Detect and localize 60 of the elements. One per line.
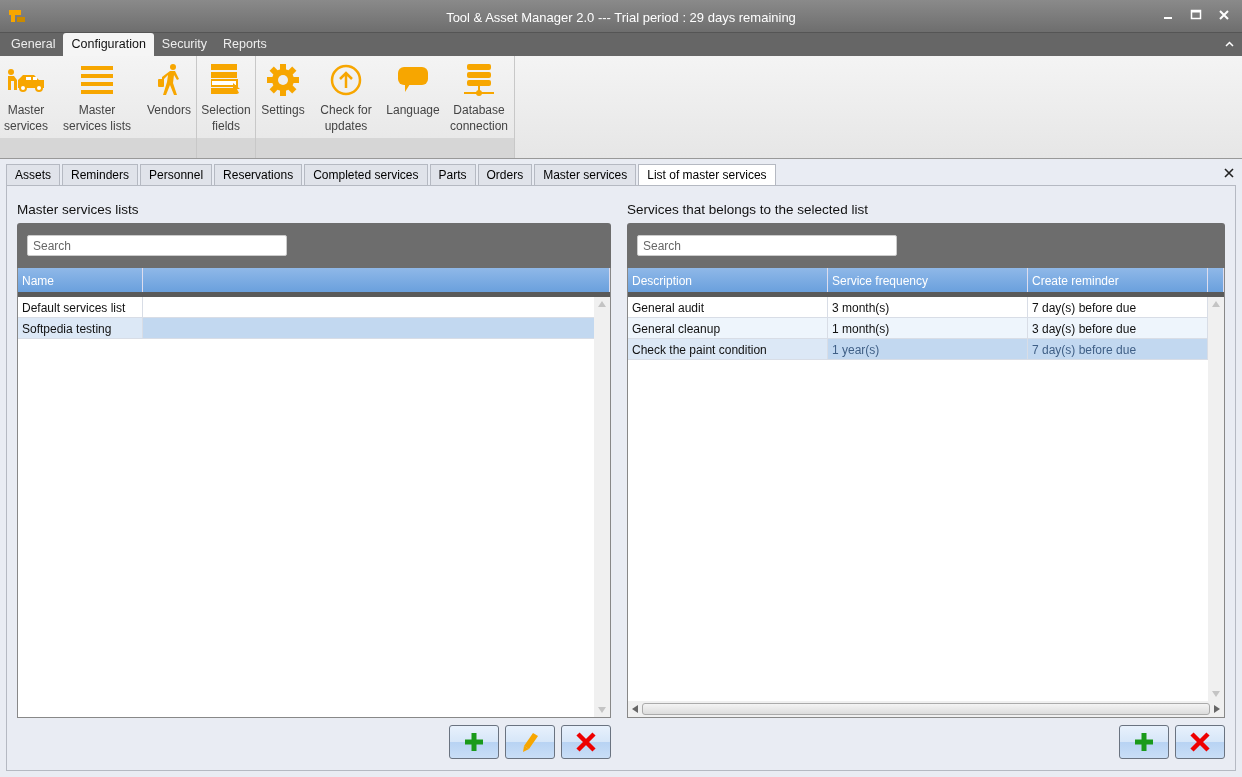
selection-list-icon (211, 64, 241, 96)
ribbon-button[interactable]: Selection fields (199, 62, 253, 138)
document-tab[interactable]: Master services (534, 164, 637, 185)
search-field[interactable]: Search (637, 235, 897, 257)
close-icon[interactable] (1224, 168, 1234, 178)
document-tab[interactable]: Assets (6, 164, 60, 185)
table-cell: General audit (628, 297, 828, 318)
ribbon-button[interactable]: Check for updates (312, 62, 380, 138)
window-title: Tool & Asset Manager 2.0 --- Trial period : 29 days remaining (445, 9, 797, 27)
table-row[interactable]: Softpedia testing (18, 318, 594, 340)
ribbon-tab[interactable]: General (3, 33, 64, 56)
add-icon (1133, 731, 1155, 754)
table-cell: 1 year(s) (828, 339, 1028, 360)
add-button[interactable] (1119, 725, 1169, 760)
collapse-icon[interactable] (1225, 41, 1234, 47)
edit-button[interactable] (505, 725, 555, 760)
speech-bubble-icon (397, 66, 429, 94)
panel-title: Master services lists (17, 201, 140, 219)
ribbon-tab[interactable]: Configuration (63, 33, 154, 56)
ribbon-button[interactable]: Database connection (446, 62, 512, 138)
panel-title: Services that belongs to the selected list (627, 201, 869, 219)
document-tab[interactable]: Parts (429, 164, 476, 185)
document-tab[interactable]: Reservations (214, 164, 303, 185)
document-tab[interactable]: Personnel (140, 164, 213, 185)
scroll-left-icon[interactable] (632, 705, 638, 714)
scroll-right-icon[interactable] (1214, 705, 1220, 714)
search-field[interactable]: Search (27, 235, 287, 257)
table-cell: Default services list (18, 297, 143, 318)
document-tab[interactable]: Orders (477, 164, 533, 185)
server-network-icon (464, 64, 494, 96)
table-cell: Check the paint condition (628, 339, 828, 360)
table-cell: Softpedia testing (18, 318, 143, 339)
ribbon-button[interactable]: Master services (2, 62, 50, 138)
delete-button[interactable] (561, 725, 611, 760)
table-cell: 3 month(s) (828, 297, 1028, 318)
document-tab[interactable]: List of master services (638, 164, 776, 185)
upload-icon (330, 64, 362, 96)
add-icon (463, 731, 485, 754)
table-cell: General cleanup (628, 318, 828, 339)
ribbon-tab[interactable]: Security (153, 33, 215, 56)
walking-person-icon (156, 64, 182, 96)
ribbon-button[interactable]: Master services lists (54, 62, 140, 138)
maximize-icon[interactable] (1190, 9, 1202, 21)
table-cell: 1 month(s) (828, 318, 1028, 339)
add-button[interactable] (449, 725, 499, 760)
ribbon-button[interactable]: Language (384, 62, 442, 138)
car-mechanic-icon (6, 68, 46, 92)
delete-icon (575, 731, 597, 754)
ribbon-button[interactable]: Vendors (144, 62, 194, 138)
list-icon (81, 66, 113, 94)
app-icon (8, 8, 28, 24)
document-tab[interactable]: Reminders (62, 164, 139, 185)
table-row[interactable]: Check the paint condition 1 year(s) 7 day(s) before due (628, 339, 1208, 361)
document-tab[interactable]: Completed services (304, 164, 428, 185)
table-row[interactable]: General cleanup 1 month(s) 3 day(s) before due (628, 318, 1208, 340)
ribbon-button[interactable]: Settings (258, 62, 308, 138)
scrollbar-thumb[interactable] (642, 703, 1210, 716)
ribbon-tab[interactable]: Reports (215, 33, 275, 56)
delete-button[interactable] (1175, 725, 1225, 760)
delete-icon (1189, 731, 1211, 754)
